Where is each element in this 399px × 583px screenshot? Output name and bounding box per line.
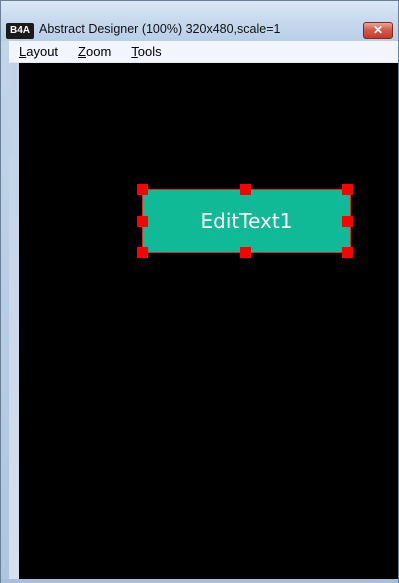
resize-handle-bottom-left[interactable] — [137, 247, 148, 258]
resize-handle-bottom-center[interactable] — [240, 247, 251, 258]
menu-zoom-rest: oom — [86, 43, 112, 59]
menu-layout-rest: ayout — [26, 43, 59, 59]
resize-handle-top-left[interactable] — [137, 184, 148, 195]
close-icon: ✕ — [372, 23, 384, 37]
menu-tools-rest: ools — [137, 43, 162, 59]
window-bottom-frame — [1, 579, 398, 583]
canvas-left-strip — [9, 63, 19, 579]
b4a-app-icon: B4A — [6, 23, 34, 39]
close-button[interactable]: ✕ — [363, 22, 393, 39]
menu-tools[interactable]: Tools — [131, 42, 161, 62]
resize-handle-top-right[interactable] — [342, 184, 353, 195]
edittext-label: EditText1 — [200, 209, 293, 233]
window-title: Abstract Designer (100%) 320x480,scale=1 — [39, 22, 281, 36]
resize-handle-middle-right[interactable] — [342, 216, 353, 227]
designer-window: B4A Abstract Designer (100%) 320x480,sca… — [0, 0, 399, 583]
menu-bar: Layout Zoom Tools — [9, 41, 398, 63]
edittext-view[interactable]: EditText1 — [142, 189, 351, 253]
menu-zoom-accel: Z — [78, 43, 86, 59]
resize-handle-bottom-right[interactable] — [342, 247, 353, 258]
resize-handle-middle-left[interactable] — [137, 216, 148, 227]
resize-handle-top-center[interactable] — [240, 184, 251, 195]
menu-layout[interactable]: Layout — [19, 42, 58, 62]
menu-zoom[interactable]: Zoom — [78, 42, 111, 62]
title-bar[interactable]: B4A Abstract Designer (100%) 320x480,sca… — [1, 1, 398, 41]
designer-canvas[interactable] — [9, 63, 398, 579]
